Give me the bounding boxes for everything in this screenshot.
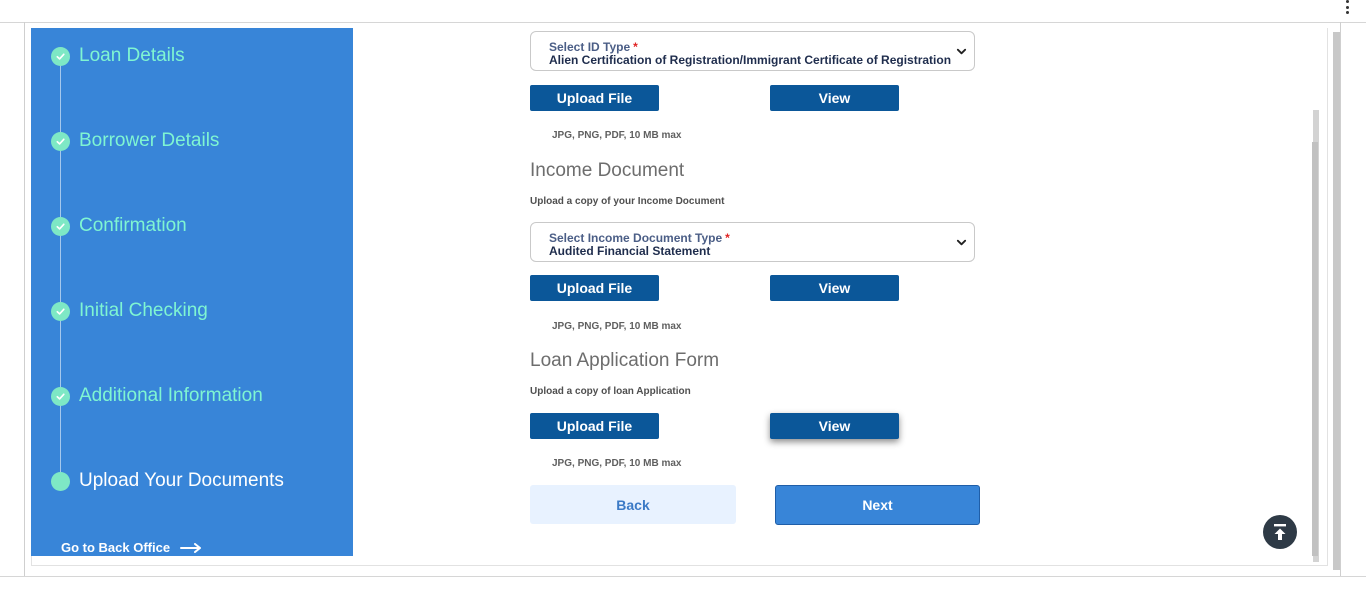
check-circle-icon: [51, 216, 70, 236]
id-upload-file-button[interactable]: Upload File: [530, 85, 659, 111]
step-additional-information[interactable]: Additional Information: [51, 384, 263, 408]
window-bottom-divider: [0, 576, 1366, 577]
arrow-up-to-line-icon: [1274, 524, 1286, 540]
income-upload-file-button[interactable]: Upload File: [530, 275, 659, 301]
step-label: Initial Checking: [79, 300, 208, 321]
steps-rail: [60, 58, 61, 482]
step-label: Additional Information: [79, 385, 263, 406]
loan-application-form-subtitle: Upload a copy of loan Application: [530, 386, 691, 397]
arrow-right-icon: [180, 542, 202, 553]
id-type-select[interactable]: Select ID Type * Alien Certification of R…: [530, 31, 975, 71]
check-circle-icon: [51, 386, 70, 406]
income-view-button[interactable]: View: [770, 275, 899, 301]
id-type-select-value: Alien Certification of Registration/Immi…: [549, 53, 952, 67]
loan-application-form-title: Loan Application Form: [530, 350, 720, 371]
kebab-menu-icon[interactable]: [1343, 0, 1351, 14]
step-label: Loan Details: [79, 45, 185, 66]
id-view-button[interactable]: View: [770, 85, 899, 111]
upload-documents-form: Select ID Type * Alien Certification of R…: [353, 28, 1313, 566]
step-initial-checking[interactable]: Initial Checking: [51, 299, 208, 323]
income-file-hint: JPG, PNG, PDF, 10 MB max: [552, 321, 682, 332]
income-document-type-select-value: Audited Financial Statement: [549, 244, 711, 258]
loan-application-file-hint: JPG, PNG, PDF, 10 MB max: [552, 458, 682, 469]
step-confirmation[interactable]: Confirmation: [51, 214, 187, 238]
steps-sidebar: Loan Details Borrower Details Confirmati…: [31, 28, 353, 556]
id-type-select-label: Select ID Type *: [549, 40, 638, 54]
chevron-down-icon: [956, 48, 967, 55]
income-document-title: Income Document: [530, 160, 685, 181]
id-file-hint: JPG, PNG, PDF, 10 MB max: [552, 130, 682, 141]
outer-scrollbar-thumb[interactable]: [1333, 32, 1340, 570]
go-to-back-office-link[interactable]: Go to Back Office: [61, 540, 202, 555]
step-label: Confirmation: [79, 215, 187, 236]
loan-application-upload-file-button[interactable]: Upload File: [530, 413, 659, 439]
step-label: Borrower Details: [79, 130, 220, 151]
chevron-down-icon: [956, 239, 967, 246]
income-document-type-select[interactable]: Select Income Document Type * Audited Fin…: [530, 222, 975, 262]
back-office-label: Go to Back Office: [61, 540, 171, 555]
current-step-dot-icon: [51, 471, 70, 491]
check-circle-icon: [51, 301, 70, 321]
step-borrower-details[interactable]: Borrower Details: [51, 129, 219, 153]
inner-scrollbar-thumb[interactable]: [1312, 142, 1318, 556]
step-label: Upload Your Documents: [79, 470, 284, 491]
next-button[interactable]: Next: [775, 485, 980, 525]
scroll-to-top-button[interactable]: [1263, 515, 1297, 549]
income-document-type-select-label: Select Income Document Type *: [549, 231, 730, 245]
step-upload-your-documents[interactable]: Upload Your Documents: [51, 469, 284, 493]
back-button[interactable]: Back: [530, 485, 736, 524]
loan-application-view-button[interactable]: View: [770, 413, 899, 439]
income-document-subtitle: Upload a copy of your Income Document: [530, 196, 725, 207]
check-circle-icon: [51, 131, 70, 151]
check-circle-icon: [51, 46, 70, 66]
step-loan-details[interactable]: Loan Details: [51, 44, 185, 68]
